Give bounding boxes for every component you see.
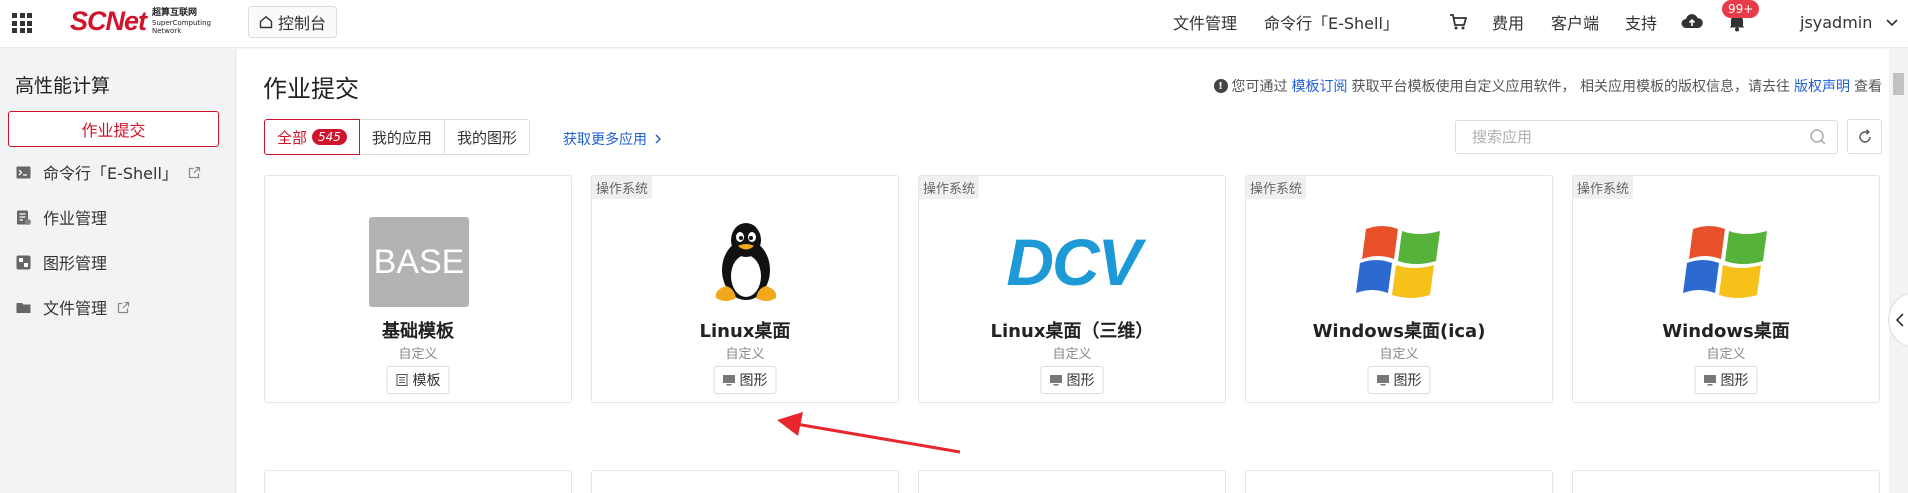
top-bar: SCNet 超算互联网 SuperComputing Network 控制台 文件… (0, 0, 1908, 48)
category-tag: 操作系统 (1573, 176, 1634, 199)
notice-banner: ! 您可通过 模板订阅 获取平台模板使用自定义应用软件， 相关应用模板的版权信息… (1213, 76, 1882, 96)
logo-text: SCNet (70, 6, 147, 36)
app-subtitle: 自定义 (1379, 347, 1419, 362)
chevron-right-icon (655, 134, 661, 144)
copyright-link[interactable]: 版权声明 (1794, 76, 1850, 96)
logo-subtitle: 超算互联网 SuperComputing Network (152, 8, 211, 35)
category-tag: 操作系统 (1246, 176, 1307, 199)
nav-fees[interactable]: 费用 (1492, 0, 1524, 44)
console-button[interactable]: 控制台 (248, 6, 338, 38)
get-more-apps-link[interactable]: 获取更多应用 (563, 129, 663, 149)
app-name: Windows桌面(ica) (1312, 321, 1486, 342)
sidebar-item-job-submit[interactable]: 作业提交 (8, 111, 219, 147)
monitor-icon (723, 375, 735, 386)
linux-penguin-icon (715, 223, 777, 301)
monitor-icon (1377, 375, 1389, 386)
main-content: 作业提交 ! 您可通过 模板订阅 获取平台模板使用自定义应用软件， 相关应用模板… (237, 49, 1908, 493)
cloud-upload-icon[interactable] (1681, 12, 1703, 32)
app-logo: BASE (369, 212, 469, 312)
type-button-template[interactable]: 模板 (386, 366, 450, 394)
category-tag: 操作系统 (592, 176, 653, 199)
folder-icon (16, 302, 31, 313)
base-logo: BASE (369, 217, 469, 307)
sidebar-item-graphics-manage[interactable]: 图形管理 (16, 250, 107, 274)
type-button-graphics[interactable]: 图形 (1040, 366, 1104, 394)
app-card[interactable] (1245, 470, 1553, 493)
app-logo (696, 212, 796, 312)
monitor-icon (1050, 375, 1062, 386)
sidebar: 高性能计算 作业提交 命令行「E-Shell」 作业管理 图形管理 文件管理 (0, 49, 236, 493)
external-link-icon (188, 166, 201, 178)
page-title: 作业提交 (263, 75, 359, 103)
app-card-windows-desktop-ica[interactable]: 操作系统 Windows桌面(ica) 自定义 图形 (1245, 175, 1553, 403)
job-icon (17, 210, 31, 225)
sidebar-item-job-manage[interactable]: 作业管理 (16, 205, 107, 229)
app-grid-icon[interactable] (12, 13, 32, 33)
sidebar-item-label: 命令行「E-Shell」 (43, 164, 178, 183)
app-logo (1677, 212, 1777, 312)
cart-icon[interactable] (1449, 13, 1467, 31)
app-name: Windows桌面 (1662, 321, 1790, 342)
scnet-logo[interactable]: SCNet 超算互联网 SuperComputing Network (70, 6, 212, 37)
app-name: Linux桌面（三维） (990, 321, 1154, 342)
refresh-icon (1858, 128, 1871, 143)
app-card[interactable] (1572, 470, 1880, 493)
sidebar-item-label: 作业管理 (43, 209, 108, 228)
app-card-base-template[interactable]: BASE 基础模板 自定义 模板 (264, 175, 572, 403)
sidebar-item-file-manage[interactable]: 文件管理 (16, 295, 130, 319)
user-name[interactable]: jsyadmin (1800, 0, 1872, 44)
app-logo (1350, 212, 1450, 312)
dcv-logo: DCV (1006, 225, 1141, 299)
app-name: Linux桌面 (699, 321, 791, 342)
count-badge: 545 (312, 129, 347, 145)
template-icon (396, 374, 408, 386)
category-tag: 操作系统 (919, 176, 980, 199)
nav-files[interactable]: 文件管理 (1173, 0, 1237, 44)
type-button-graphics[interactable]: 图形 (1367, 366, 1431, 394)
app-card-linux-desktop-3d[interactable]: 操作系统 DCV Linux桌面（三维） 自定义 图形 (918, 175, 1226, 403)
info-icon: ! (1213, 79, 1228, 93)
app-logo: DCV (983, 212, 1163, 312)
app-name: 基础模板 (382, 321, 454, 342)
monitor-icon (1704, 375, 1716, 386)
chevron-down-icon[interactable] (1886, 18, 1898, 28)
sidebar-item-label: 文件管理 (43, 299, 108, 318)
external-link-icon (117, 301, 130, 313)
chevron-left-icon (1895, 313, 1904, 327)
app-card-windows-desktop[interactable]: 操作系统 Windows桌面 自定义 图形 (1572, 175, 1880, 403)
tab-all[interactable]: 全部 545 (264, 119, 360, 155)
sidebar-item-eshell[interactable]: 命令行「E-Shell」 (16, 160, 201, 184)
graphics-icon (16, 255, 31, 269)
app-card-linux-desktop[interactable]: 操作系统 Linux桌面 自定义 图形 (591, 175, 899, 403)
sidebar-item-label: 图形管理 (43, 254, 108, 273)
notification-badge: 99+ (1722, 0, 1760, 18)
nav-eshell[interactable]: 命令行「E-Shell」 (1264, 0, 1399, 44)
type-button-graphics[interactable]: 图形 (1694, 366, 1758, 394)
nav-support[interactable]: 支持 (1625, 0, 1657, 44)
tab-my-apps[interactable]: 我的应用 (359, 120, 445, 154)
home-icon (259, 15, 273, 29)
template-subscribe-link[interactable]: 模板订阅 (1292, 76, 1348, 96)
search-icon[interactable] (1809, 128, 1827, 146)
windows-flag-icon (1683, 226, 1767, 298)
refresh-button[interactable] (1847, 119, 1882, 154)
nav-client[interactable]: 客户端 (1551, 0, 1599, 44)
type-button-graphics[interactable]: 图形 (713, 366, 777, 394)
sidebar-title: 高性能计算 (15, 75, 111, 97)
tab-my-graphics[interactable]: 我的图形 (444, 120, 529, 154)
app-subtitle: 自定义 (725, 347, 765, 362)
app-subtitle: 自定义 (1052, 347, 1092, 362)
app-subtitle: 自定义 (398, 347, 438, 362)
app-subtitle: 自定义 (1706, 347, 1746, 362)
app-card[interactable] (918, 470, 1226, 493)
console-label: 控制台 (278, 14, 327, 33)
scrollbar[interactable] (1889, 49, 1908, 493)
windows-flag-icon (1356, 226, 1440, 298)
app-card[interactable] (264, 470, 572, 493)
filter-tabs: 全部 545 我的应用 我的图形 (264, 119, 530, 155)
search-input[interactable] (1455, 120, 1838, 154)
app-card[interactable] (591, 470, 899, 493)
terminal-icon (16, 166, 31, 178)
